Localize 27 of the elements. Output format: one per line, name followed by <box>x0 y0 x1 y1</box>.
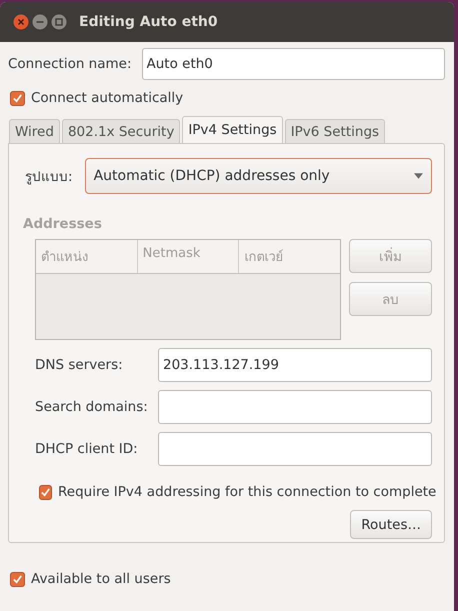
checkbox[interactable] <box>10 90 25 106</box>
section-heading: Addresses <box>23 216 102 232</box>
close-icon[interactable] <box>13 14 29 30</box>
tab[interactable]: IPv4 Settings <box>182 116 283 143</box>
method-label: รูปแบบ: <box>24 168 74 187</box>
checkbox[interactable] <box>10 572 25 586</box>
maximize-icon[interactable] <box>51 14 67 30</box>
caret-icon <box>414 173 423 179</box>
minimize-icon[interactable] <box>32 14 48 30</box>
connection-name-field[interactable]: Auto eth0 <box>142 48 445 80</box>
field-label: DHCP client ID: <box>35 441 139 457</box>
input-field[interactable] <box>158 390 432 424</box>
checkbox-label: Connect automatically <box>31 90 184 106</box>
window-title: Editing Auto eth0 <box>79 14 218 30</box>
checkbox[interactable] <box>39 484 52 500</box>
tab[interactable]: 802.1x Security <box>62 119 180 143</box>
field-label: DNS servers: <box>35 357 124 373</box>
tab[interactable]: Wired <box>9 119 60 143</box>
routes-button[interactable]: Routes… <box>350 510 432 539</box>
method-dropdown[interactable]: Automatic (DHCP) addresses only <box>84 158 432 194</box>
input-field[interactable]: 203.113.127.199 <box>158 348 432 382</box>
checkbox-label: Require IPv4 addressing for this connection to complete <box>58 484 436 500</box>
checkbox-label: Available to all users <box>31 571 171 587</box>
tab[interactable]: IPv6 Settings <box>284 119 386 143</box>
field-label: Search domains: <box>35 399 149 415</box>
connection-name-label: Connection name: <box>7 56 132 72</box>
input-field[interactable] <box>158 432 432 466</box>
